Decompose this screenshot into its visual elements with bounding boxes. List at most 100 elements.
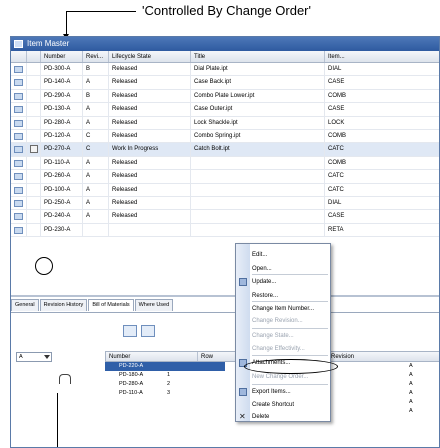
item-document-icon [14,146,23,154]
revision: A [83,210,109,223]
bill-of-materials-panel: A Number Row Revision PD-220-A PD-180-A 1 P… [11,312,439,447]
menu-separator [252,355,328,356]
menu-item-export-items[interactable]: Export Items... [252,387,291,397]
revision-value: A [409,372,413,378]
bom-item-number: PD-110-A [119,390,143,396]
item-document-icon [14,186,23,194]
lifecycle-state: Released [109,89,191,103]
row-icon-cell [11,210,27,223]
item-number: PD-120-A [41,129,83,143]
item-number: PD-250-A [41,196,83,210]
item-title: Catch Bolt.ipt [191,143,325,156]
item-title [191,196,325,210]
column-header-lifecycle-state[interactable]: Lifecycle State [109,51,191,62]
column-header-item-category[interactable]: Item... [325,51,439,62]
table-row[interactable]: PD-230-A RETA [11,223,439,238]
table-row[interactable]: PD-240-A A Released CASE [11,210,439,224]
bom-item-number: PD-220-A [119,363,144,369]
tab-where-used[interactable]: Where Used [134,299,174,311]
menu-item-change-effectivity[interactable]: Change Effectivity... [252,344,305,354]
item-master-window: Item Master Number Revi... Lifecycle Sta… [10,36,440,448]
chevron-down-icon [44,355,50,359]
table-row[interactable]: PD-290-A B Released Combo Plate Lower.ipt CO… [11,89,439,104]
detail-tabs: General Revision History Bill of Materia… [11,299,174,311]
bom-row[interactable]: PD-220-A [105,362,225,371]
column-header-status[interactable] [27,51,41,62]
panel-splitter[interactable] [11,295,439,297]
menu-item-delete[interactable]: Delete [252,412,269,422]
grid-header-row: Number Revi... Lifecycle State Title Ite… [11,51,439,63]
lifecycle-state: Released [109,183,191,196]
lifecycle-state: Work In Progress [109,143,191,156]
item-document-icon [14,199,23,207]
item-title [191,170,325,183]
item-number: PD-130-A [41,103,83,116]
menu-separator [252,328,328,329]
menu-item-create-shortcut[interactable]: Create Shortcut [252,400,294,410]
item-category: DIAL [325,197,439,209]
row-status-cell [27,89,41,103]
structure-connector-icon [59,374,71,384]
bom-column-number[interactable]: Number [106,352,198,361]
table-row[interactable]: PD-120-A C Released Combo Spring.ipt COMB [11,129,439,144]
change-state-highlight-ring [244,359,338,374]
menu-item-change-state[interactable]: Change State... [252,331,294,341]
title-bar: Item Master [11,37,439,51]
table-row[interactable]: PD-250-A A Released DIAL [11,196,439,211]
bom-row-number: 3 [167,390,171,396]
menu-item-restore[interactable]: Restore... [252,291,278,301]
item-category: CATC [325,170,439,182]
column-header-number[interactable]: Number [41,51,83,62]
table-row[interactable]: PD-110-A A Released COMB [11,156,439,171]
lifecycle-state: Released [109,76,191,89]
table-row[interactable]: PD-270-A C Work In Progress Catch Bolt.ipt C… [11,143,439,157]
tab-revision-history[interactable]: Revision History [39,299,88,311]
column-header-icon[interactable] [11,51,27,62]
revision: A [83,156,109,170]
tab-general[interactable]: General [11,299,39,311]
lifecycle-state: Released [109,103,191,116]
row-icon-cell [11,156,27,170]
column-header-revision[interactable]: Revi... [83,51,109,62]
table-row[interactable]: PD-140-A A Released Case Back.ipt CASE [11,76,439,90]
row-icon-cell [11,170,27,183]
bom-copy-button[interactable] [141,325,155,337]
revision [83,223,109,237]
item-title: Dial Plate.ipt [191,63,325,76]
item-category: CASE [325,76,439,88]
revision-value: A [409,363,413,369]
menu-item-change-item-number[interactable]: Change Item Number... [252,304,314,314]
bom-view-button[interactable] [123,325,137,337]
update-icon [239,278,247,286]
item-number: PD-100-A [41,183,83,196]
item-title: Combo Spring.ipt [191,129,325,143]
row-status-cell [27,143,41,156]
menu-item-change-revision[interactable]: Change Revision... [252,316,303,326]
tab-bill-of-materials[interactable]: Bill of Materials [88,299,134,311]
menu-separator [252,274,328,275]
item-document-icon [14,159,23,167]
item-number: PD-260-A [41,170,83,183]
menu-item-edit[interactable]: Edit... [252,250,267,260]
lifecycle-state: Released [109,210,191,223]
column-header-title[interactable]: Title [191,51,325,62]
row-status-cell [27,76,41,89]
menu-item-update[interactable]: Update... [252,277,276,287]
table-row[interactable]: PD-130-A A Released Case Outer.ipt CASE [11,103,439,117]
revision: C [83,143,109,156]
row-icon-cell [11,63,27,76]
table-row[interactable]: PD-100-A A Released CATC [11,183,439,197]
table-row[interactable]: PD-300-A B Released Dial Plate.ipt DIAL [11,63,439,77]
table-row[interactable]: PD-280-A A Released Lock Shackle.ipt LOCK [11,116,439,130]
item-document-icon [14,173,23,181]
menu-item-open[interactable]: Open... [252,264,272,274]
item-document-icon [14,106,23,114]
row-icon-cell [11,129,27,143]
level-select[interactable]: A [16,352,52,362]
revision-value: A [409,399,413,405]
row-icon-cell [11,143,27,156]
bom-column-revision[interactable]: Revision [328,352,439,361]
revision: B [83,63,109,76]
table-row[interactable]: PD-260-A A Released CATC [11,170,439,184]
delete-icon: ✕ [239,412,246,421]
